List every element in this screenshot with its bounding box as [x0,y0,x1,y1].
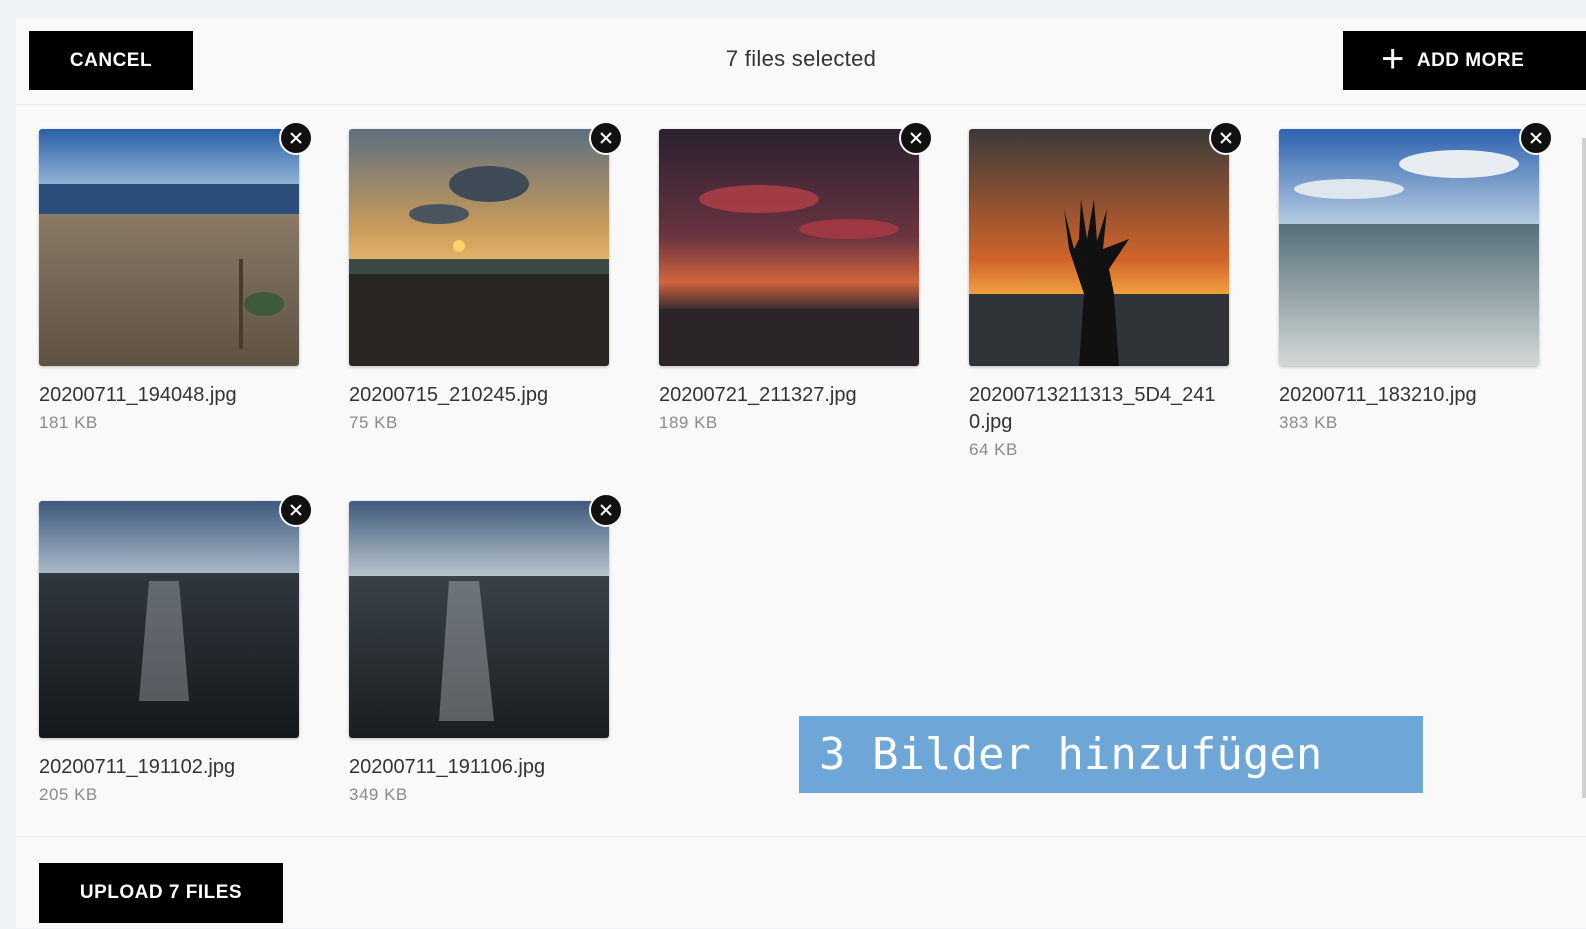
add-more-button[interactable]: + ADD MORE [1343,31,1586,90]
file-thumbnail [969,129,1229,366]
file-thumbnail [349,501,609,738]
file-size: 64 KB [969,440,1018,459]
file-thumbnail [659,129,919,366]
close-icon [1220,132,1232,144]
file-name: 20200713211313_5D4_2410.jpg [969,384,1216,433]
plus-icon: + [1381,36,1405,81]
close-icon [290,504,302,516]
file-size: 189 KB [659,413,718,432]
file-name: 20200711_191106.jpg [349,756,546,778]
file-size: 75 KB [349,413,398,432]
annotation-overlay: 3 Bilder hinzufügen [799,716,1423,793]
file-size: 349 KB [349,785,408,804]
remove-file-button[interactable] [279,493,313,527]
file-card: 20200715_210245.jpg 75 KB [349,121,623,433]
file-name: 20200711_191102.jpg [39,756,236,778]
remove-file-button[interactable] [1209,121,1243,155]
remove-file-button[interactable] [589,493,623,527]
file-thumbnail [39,501,299,738]
header: CANCEL 7 files selected + ADD MORE [16,18,1586,105]
file-card: 20200713211313_5D4_2410.jpg 64 KB [969,121,1243,460]
file-name: 20200711_183210.jpg [1279,384,1477,406]
close-icon [1530,132,1542,144]
file-thumbnail [1279,129,1539,366]
file-card: 20200711_191106.jpg 349 KB [349,493,623,805]
close-icon [600,504,612,516]
file-name: 20200711_194048.jpg [39,384,237,406]
remove-file-button[interactable] [899,121,933,155]
file-name: 20200721_211327.jpg [659,384,857,406]
file-card: 20200711_183210.jpg 383 KB [1279,121,1553,433]
close-icon [290,132,302,144]
file-card: 20200711_194048.jpg 181 KB [39,121,313,433]
close-icon [910,132,922,144]
file-size: 181 KB [39,413,98,432]
upload-button[interactable]: UPLOAD 7 FILES [39,863,283,923]
close-icon [600,132,612,144]
footer: UPLOAD 7 FILES [16,836,1586,929]
file-thumbnail [349,129,609,366]
file-thumbnail [39,129,299,366]
remove-file-button[interactable] [279,121,313,155]
scrollbar[interactable] [1582,138,1586,798]
add-more-label: ADD MORE [1416,49,1525,71]
remove-file-button[interactable] [1519,121,1553,155]
file-size: 383 KB [1279,413,1338,432]
remove-file-button[interactable] [589,121,623,155]
file-card: 20200721_211327.jpg 189 KB [659,121,933,433]
file-card: 20200711_191102.jpg 205 KB [39,493,313,805]
file-name: 20200715_210245.jpg [349,384,549,406]
file-size: 205 KB [39,785,98,804]
